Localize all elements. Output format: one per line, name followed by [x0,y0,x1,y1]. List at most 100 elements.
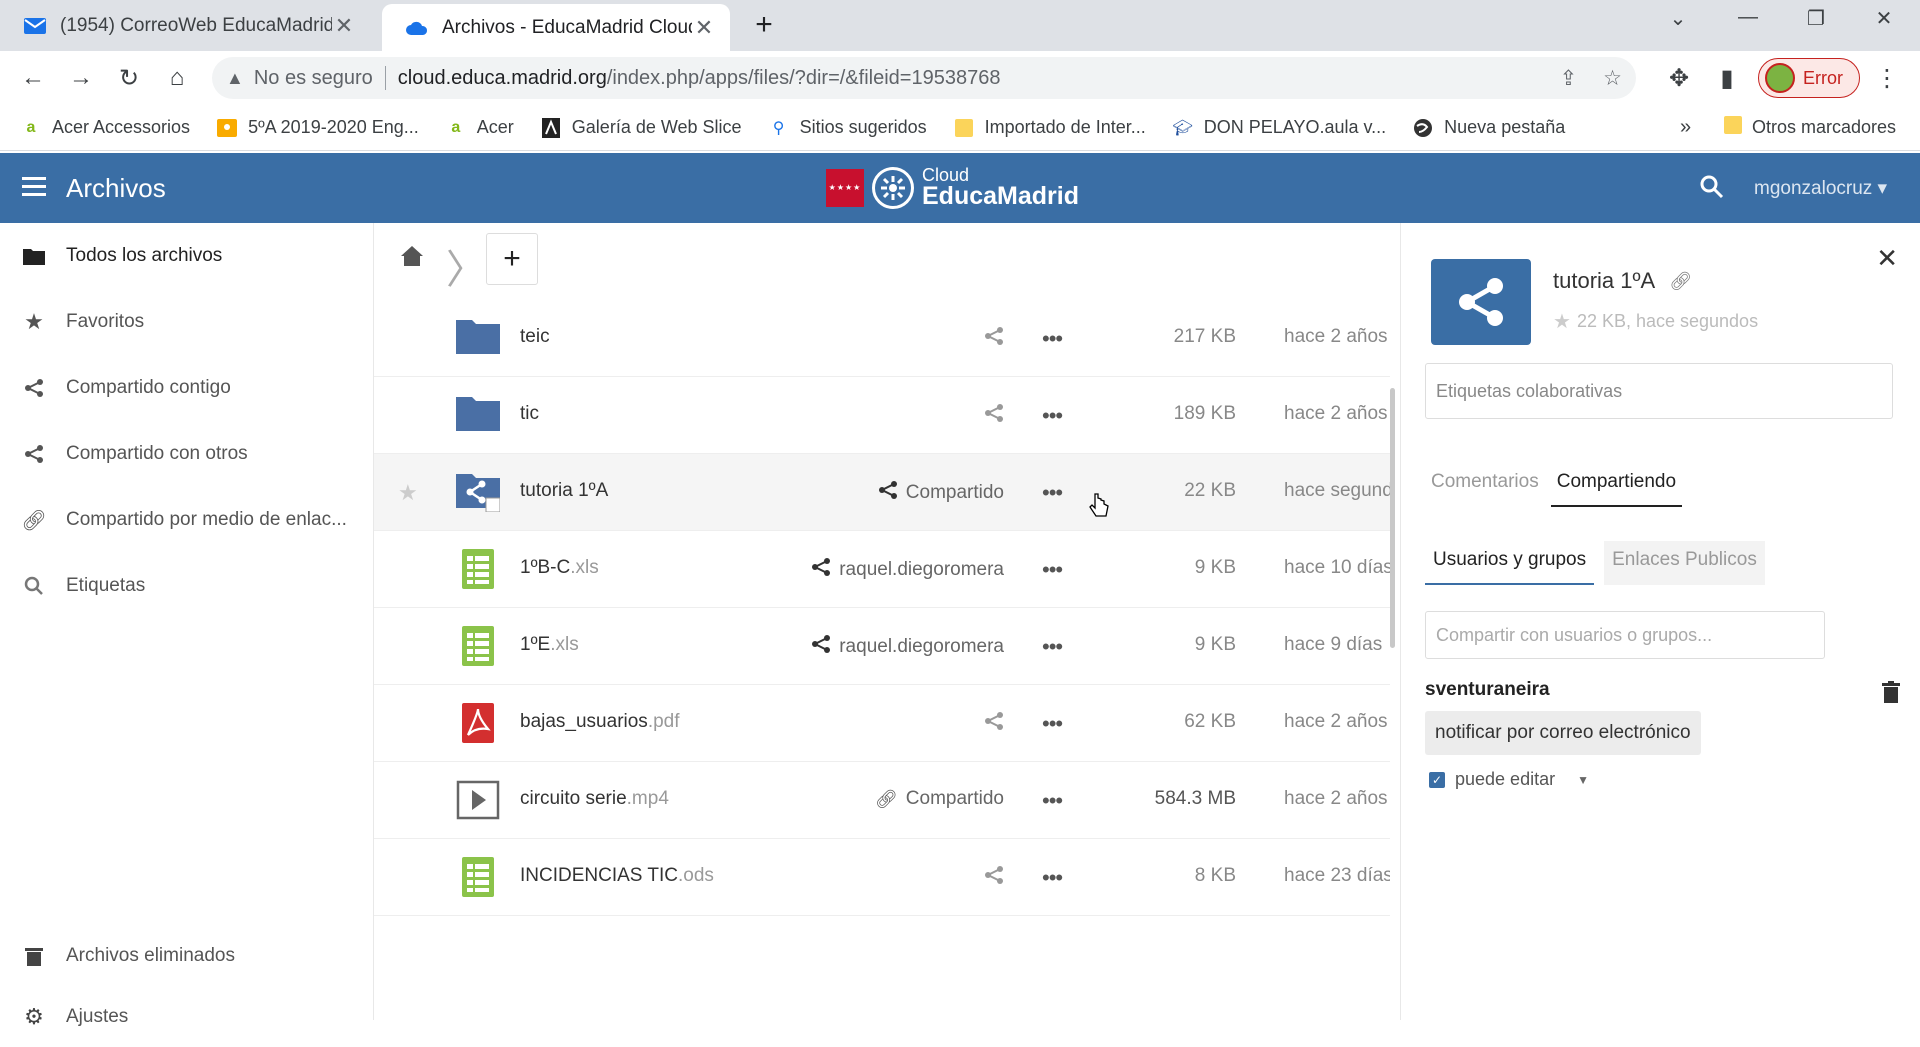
details-filename: tutoria 1ºA [1553,268,1656,293]
restore-button[interactable]: ❐ [1796,6,1836,31]
tab-correoweb[interactable]: (1954) CorreoWeb EducaMadrid ✕ [0,0,370,51]
file-row[interactable]: teic ••• 217 KB hace 2 años [374,300,1390,377]
scrollbar[interactable] [1390,388,1395,648]
username: mgonzalocruz [1754,178,1873,199]
bookmark-5a[interactable]: 5ºA 2019-2020 Eng... [216,117,419,138]
sidebar-item-shared-by-link[interactable]: 🔗︎ Compartido por medio de enlac... [0,487,374,553]
close-tab-icon[interactable]: ✕ [332,13,356,39]
file-row[interactable]: tic ••• 189 KB hace 2 años [374,377,1390,454]
home-icon[interactable] [400,245,424,272]
share-button[interactable] [984,711,1004,737]
share-status-button[interactable]: raquel.diegoromera [811,634,1004,660]
link-icon[interactable]: 🔗︎ [1669,271,1692,292]
bookmark-galeria[interactable]: Galería de Web Slice [540,117,742,138]
star-icon[interactable]: ★ [1553,309,1571,334]
tab-search-icon[interactable]: ⌄ [1658,6,1698,31]
tab-public-links[interactable]: Enlaces Publicos [1604,541,1765,585]
home-button[interactable]: ⌂ [160,61,194,95]
share-status-button[interactable]: raquel.diegoromera [811,557,1004,583]
address-bar[interactable]: ▲ No es seguro cloud.educa.madrid.org/in… [212,57,1636,99]
share-button[interactable] [984,326,1004,352]
sidebar-item-favorites[interactable]: ★ Favoritos [0,289,374,355]
hamburger-menu-icon[interactable] [22,177,46,197]
close-icon[interactable]: ✕ [1876,243,1898,274]
educamadrid-logo[interactable]: ★★★★ Cloud EducaMadrid [826,166,1079,209]
side-panel-icon[interactable]: ▮ [1710,61,1744,95]
notify-by-email-button[interactable]: notificar por correo electrónico [1425,711,1701,755]
file-name[interactable]: INCIDENCIAS TIC.ods [520,865,714,887]
bookmarks-overflow-button[interactable]: » [1680,116,1691,139]
collaborative-tags-input[interactable]: Etiquetas colaborativas [1425,363,1893,419]
chevron-down-icon[interactable]: ▼ [1577,773,1589,787]
share-status-button[interactable]: Compartido [878,480,1004,506]
more-actions-icon[interactable]: ••• [1042,634,1063,660]
file-row[interactable]: circuito serie.mp4 🔗︎ Compartido ••• 584.3 M… [374,762,1390,839]
sidebar-item-all-files[interactable]: Todos los archivos [0,223,374,289]
bookmarks-bar: a Acer Accessorios 5ºA 2019-2020 Eng... a… [0,105,1920,151]
sidebar-item-shared-with-you[interactable]: Compartido contigo [0,355,374,421]
other-bookmarks[interactable]: Otros marcadores [1724,116,1896,139]
more-actions-icon[interactable]: ••• [1042,403,1063,429]
forward-button[interactable]: → [64,61,98,95]
file-row[interactable]: 1ºE.xls raquel.diegoromera ••• 9 KB hace 9 d… [374,608,1390,685]
app-header: Archivos ★★★★ Cloud EducaMadrid mgonzalo… [0,153,1920,223]
more-actions-icon[interactable]: ••• [1042,788,1063,814]
new-tab-button[interactable]: + [746,8,782,42]
file-name[interactable]: 1ºB-C.xls [520,557,599,579]
tab-title: (1954) CorreoWeb EducaMadrid [60,14,332,36]
share-button[interactable] [984,865,1004,891]
new-file-button[interactable]: + [486,233,538,285]
tab-users-groups[interactable]: Usuarios y grupos [1425,541,1595,585]
close-window-button[interactable]: ✕ [1864,6,1904,31]
bookmark-acer[interactable]: a Acer [445,117,513,138]
share-status-button[interactable]: 🔗︎ Compartido [875,788,1004,810]
bookmark-star-icon[interactable]: ☆ [1603,66,1622,91]
more-actions-icon[interactable]: ••• [1042,711,1063,737]
close-tab-icon[interactable]: ✕ [692,15,716,41]
bookmark-don-pelayo[interactable]: 🎓︎ DON PELAYO.aula v... [1172,117,1387,138]
more-actions-icon[interactable]: ••• [1042,865,1063,891]
profile-error-button[interactable]: Error [1758,58,1860,98]
file-name[interactable]: circuito serie.mp4 [520,788,669,810]
bookmark-nueva-pestana[interactable]: Nueva pestaña [1412,117,1565,138]
share-with-input[interactable] [1425,611,1825,659]
back-button[interactable]: ← [16,61,50,95]
sidebar-item-label: Etiquetas [66,575,146,596]
file-row[interactable]: INCIDENCIAS TIC.ods ••• 8 KB hace 23 días [374,839,1390,916]
file-name[interactable]: teic [520,326,550,348]
trash-icon[interactable] [1882,681,1900,708]
app-title[interactable]: Archivos [66,173,166,204]
file-name[interactable]: bajas_usuarios.pdf [520,711,680,733]
user-menu[interactable]: mgonzalocruz ▾ [1754,177,1887,200]
can-edit-checkbox[interactable]: ✓ [1429,771,1445,788]
menu-kebab-icon[interactable]: ⋮ [1870,61,1904,95]
sidebar-item-tags[interactable]: Etiquetas [0,553,374,619]
minimize-button[interactable]: — [1728,6,1768,29]
more-actions-icon[interactable]: ••• [1042,557,1063,583]
tab-sharing[interactable]: Compartiendo [1550,471,1683,507]
sidebar-item-deleted-files[interactable]: Archivos eliminados [0,923,374,989]
star-icon[interactable]: ★ [398,480,418,506]
file-row[interactable]: ★ tutoria 1ºA Compartido ••• 22 KB hace segun… [374,454,1390,531]
file-row[interactable]: bajas_usuarios.pdf ••• 62 KB hace 2 años [374,685,1390,762]
tags-placeholder: Etiquetas colaborativas [1436,380,1623,401]
sidebar-item-shared-with-others[interactable]: Compartido con otros [0,421,374,487]
share-button[interactable] [984,403,1004,429]
cloud-logo-icon [872,166,914,209]
share-page-icon[interactable]: ⇪ [1560,66,1578,91]
bookmark-sitios[interactable]: ⚲ Sitios sugeridos [768,117,927,138]
file-name[interactable]: tic [520,403,539,425]
bookmark-acer-accessorios[interactable]: a Acer Accessorios [20,117,191,138]
sidebar-item-settings[interactable]: ⚙ Ajustes [0,987,374,1047]
file-name[interactable]: tutoria 1ºA [520,480,608,502]
file-row[interactable]: 1ºB-C.xls raquel.diegoromera ••• 9 KB hace 1… [374,531,1390,608]
more-actions-icon[interactable]: ••• [1042,480,1063,506]
more-actions-icon[interactable]: ••• [1042,326,1063,352]
tab-comments[interactable]: Comentarios [1425,471,1545,507]
search-icon[interactable] [1700,175,1724,204]
file-name[interactable]: 1ºE.xls [520,634,579,656]
extensions-icon[interactable]: ✥ [1662,61,1696,95]
reload-button[interactable]: ↻ [112,61,146,95]
tab-archivos[interactable]: Archivos - EducaMadrid Cloud ✕ [382,4,730,51]
bookmark-importado[interactable]: Importado de Inter... [953,117,1146,138]
